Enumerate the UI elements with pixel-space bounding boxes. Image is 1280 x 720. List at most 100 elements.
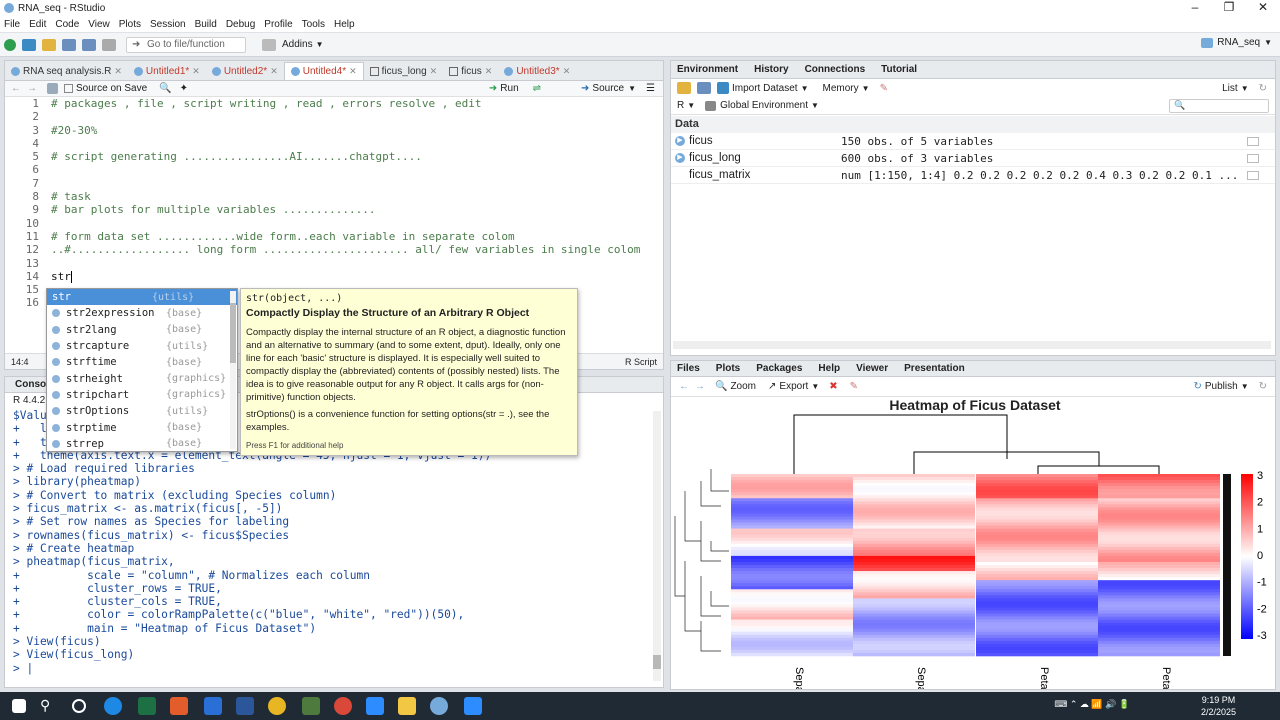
menu-build[interactable]: Build [195, 19, 217, 30]
menu-file[interactable]: File [4, 19, 20, 30]
view-table-icon[interactable] [1247, 136, 1259, 146]
task-view-icon[interactable] [72, 699, 86, 713]
menu-edit[interactable]: Edit [29, 19, 46, 30]
autocomplete-item[interactable]: str2expression {base} [47, 305, 237, 321]
menu-code[interactable]: Code [55, 19, 79, 30]
app-icon[interactable] [302, 697, 320, 715]
close-tab-icon[interactable]: ✕ [563, 66, 571, 77]
source-on-save-checkbox[interactable] [64, 84, 73, 93]
autocomplete-item[interactable]: str {utils} [47, 289, 237, 306]
clock[interactable]: 9:19 PM 2/2/2025 [1201, 694, 1236, 718]
source-button[interactable]: Source [592, 83, 624, 94]
autocomplete-scrollbar[interactable] [230, 291, 236, 449]
console-prompt[interactable]: > | [13, 662, 653, 675]
minimize-icon[interactable]: – [1178, 0, 1212, 16]
close-icon[interactable]: ✕ [1246, 0, 1280, 16]
export-button[interactable]: Export [779, 381, 808, 392]
outline-icon[interactable]: ☰ [646, 83, 655, 94]
zoom-button[interactable]: Zoom [730, 381, 756, 392]
forward-icon[interactable]: → [695, 381, 705, 392]
forward-icon[interactable]: → [27, 83, 37, 94]
broom-icon[interactable]: ✎ [850, 381, 858, 392]
memory-button[interactable]: Memory [823, 83, 859, 94]
search-icon[interactable]: 🔍 [159, 83, 171, 94]
tab-plots[interactable]: Plots [716, 363, 740, 374]
zoom-app-icon[interactable] [464, 697, 482, 715]
scope-selector[interactable]: Global Environment [720, 100, 808, 111]
close-tab-icon[interactable]: ✕ [349, 66, 357, 77]
chrome-icon[interactable] [334, 697, 352, 715]
menu-view[interactable]: View [88, 19, 110, 30]
autocomplete-item[interactable]: strcapture {utils} [47, 338, 237, 354]
list-view-button[interactable]: List [1222, 83, 1238, 94]
tab-ficus-long[interactable]: ficus_long ✕ [364, 62, 444, 80]
tab-untitled1[interactable]: Untitled1* ✕ [128, 62, 206, 80]
broom-icon[interactable]: ✎ [880, 83, 888, 94]
autocomplete-item[interactable]: strftime {base} [47, 354, 237, 370]
windows-start-icon[interactable] [12, 699, 26, 713]
publish-button[interactable]: Publish [1205, 381, 1238, 392]
file-explorer-icon[interactable] [398, 697, 416, 715]
save-icon[interactable] [62, 38, 76, 51]
search-icon[interactable]: ⚲ [40, 697, 58, 715]
autocomplete-item[interactable]: strOptions {utils} [47, 403, 237, 419]
tab-files[interactable]: Files [677, 363, 700, 374]
view-table-icon[interactable] [1247, 170, 1259, 180]
env-search-input[interactable]: 🔍 [1169, 99, 1269, 113]
addins-menu[interactable]: Addins [282, 39, 313, 50]
tab-history[interactable]: History [754, 64, 788, 75]
autocomplete-item[interactable]: strheight {graphics} [47, 370, 237, 386]
env-row-ficus[interactable]: ▶ ficus 150 obs. of 5 variables [671, 133, 1275, 150]
language-selector[interactable]: R [677, 100, 684, 111]
tab-tutorial[interactable]: Tutorial [881, 64, 917, 75]
console-scrollbar[interactable] [653, 411, 661, 681]
close-tab-icon[interactable]: ✕ [485, 66, 493, 77]
menu-session[interactable]: Session [150, 19, 186, 30]
tab-ficus[interactable]: ficus ✕ [443, 62, 498, 80]
zoom-app-icon[interactable] [366, 697, 384, 715]
autocomplete-item[interactable]: strrep {base} [47, 436, 237, 452]
close-tab-icon[interactable]: ✕ [114, 66, 122, 77]
refresh-icon[interactable]: ↻ [1259, 83, 1267, 94]
menu-profile[interactable]: Profile [264, 19, 292, 30]
app-icon[interactable] [170, 697, 188, 715]
refresh-icon[interactable]: ↻ [1259, 381, 1267, 392]
save-all-icon[interactable] [82, 38, 96, 51]
tab-untitled2[interactable]: Untitled2* ✕ [206, 62, 284, 80]
goto-file-input[interactable]: ➜ Go to file/function [126, 36, 246, 53]
menu-plots[interactable]: Plots [119, 19, 141, 30]
expand-icon[interactable]: ▶ [675, 153, 685, 163]
save-icon[interactable] [697, 82, 711, 94]
wand-icon[interactable]: ✦ [180, 83, 188, 94]
autocomplete-item[interactable]: str2lang {base} [47, 322, 237, 338]
menu-help[interactable]: Help [334, 19, 355, 30]
rstudio-taskbar-icon[interactable] [430, 697, 448, 715]
tab-rnaseq-analysis[interactable]: RNA seq analysis.R ✕ [5, 62, 128, 80]
tab-viewer[interactable]: Viewer [856, 363, 888, 374]
close-tab-icon[interactable]: ✕ [430, 66, 438, 77]
close-tab-icon[interactable]: ✕ [270, 66, 278, 77]
remove-plot-icon[interactable]: ✖ [829, 381, 837, 392]
rerun-icon[interactable]: ⇌ [533, 83, 541, 94]
close-tab-icon[interactable]: ✕ [192, 66, 200, 77]
project-menu[interactable]: RNA_seq ▼ [1201, 37, 1272, 48]
menu-debug[interactable]: Debug [226, 19, 255, 30]
file-type-selector[interactable]: R Script [625, 357, 657, 367]
env-row-ficus-matrix[interactable]: ficus_matrix num [1:150, 1:4] 0.2 0.2 0.… [671, 167, 1275, 184]
view-table-icon[interactable] [1247, 153, 1259, 163]
tab-untitled3[interactable]: Untitled3* ✕ [498, 62, 576, 80]
print-icon[interactable] [102, 38, 116, 51]
import-dataset-button[interactable]: Import Dataset [732, 83, 798, 94]
tab-untitled4[interactable]: Untitled4* ✕ [283, 62, 364, 80]
new-project-icon[interactable] [22, 38, 36, 51]
tab-help[interactable]: Help [818, 363, 840, 374]
edge-icon[interactable] [104, 697, 122, 715]
grid-layout-icon[interactable] [262, 38, 276, 51]
run-button[interactable]: Run [500, 83, 518, 94]
word-icon[interactable] [236, 697, 254, 715]
env-scrollbar[interactable] [673, 341, 1271, 349]
autocomplete-item[interactable]: strptime {base} [47, 419, 237, 435]
open-icon[interactable] [677, 82, 691, 94]
tab-environment[interactable]: Environment [677, 64, 738, 75]
autocomplete-item[interactable]: stripchart {graphics} [47, 387, 237, 403]
